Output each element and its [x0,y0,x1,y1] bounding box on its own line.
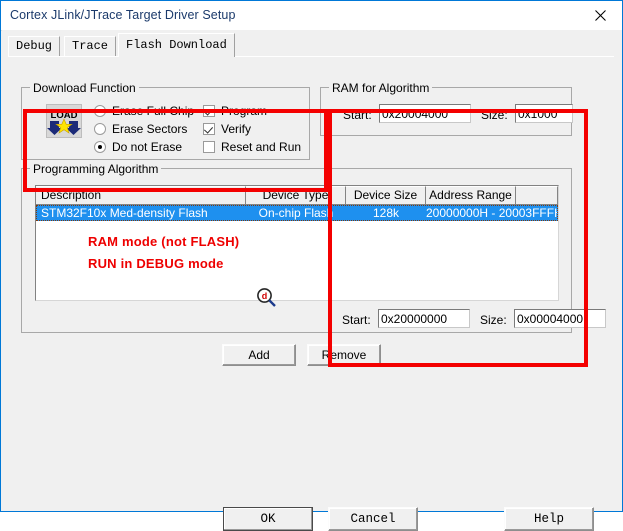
checkbox-program[interactable]: Program [203,103,267,118]
column-header-device-size[interactable]: Device Size [346,186,426,205]
annotation-line-1: RAM mode (not FLASH) [88,234,240,249]
help-button[interactable]: Help [504,507,594,531]
ram-start-label: Start: [343,108,372,122]
column-header-device-type[interactable]: Device Type [246,186,346,205]
ram-start-input[interactable]: 0x20004000 [379,104,471,123]
ram-for-algorithm-group: RAM for Algorithm Start: 0x20004000 Size… [320,81,573,136]
client-area: Debug Trace Flash Download Download Func… [2,30,622,531]
radio-erase-sectors-label: Erase Sectors [112,121,188,136]
radio-erase-sectors[interactable]: Erase Sectors [94,121,187,136]
programming-algorithm-legend: Programming Algorithm [30,162,162,176]
cell-device-type: On-chip Flash [258,206,334,220]
close-icon [594,9,606,21]
radio-indicator [94,104,106,117]
add-button[interactable]: Add [222,344,296,366]
programming-algorithm-group: Programming Algorithm Description Device… [21,162,606,333]
radio-do-not-erase[interactable]: Do not Erase [94,139,182,154]
ram-size-label: Size: [481,108,508,122]
algorithm-start-label: Start: [342,313,371,327]
checkbox-reset-and-run-label: Reset and Run [221,139,302,154]
load-icon: LOAD [46,104,82,138]
column-header-address-range[interactable]: Address Range [426,186,516,205]
magnifier-icon: d [256,287,278,309]
radio-erase-full-chip-label: Erase Full Chip [112,103,195,118]
algorithm-size-input[interactable]: 0x00004000 [514,309,606,328]
algorithm-size-label: Size: [480,313,507,327]
cell-address-range: 20000000H - 20003FFFH [426,206,558,220]
radio-erase-full-chip[interactable]: Erase Full Chip [94,103,194,118]
tab-strip: Debug Trace Flash Download [8,33,616,57]
download-function-group: Download Function LOAD Erase Full Chip E… [21,81,310,160]
checkbox-program-label: Program [221,103,268,118]
table-row[interactable]: STM32F10x Med-density Flash On-chip Flas… [36,205,558,221]
cancel-button[interactable]: Cancel [328,507,418,531]
column-header-spare[interactable] [516,186,558,205]
annotation-line-2: RUN in DEBUG mode [88,256,224,271]
checkbox-indicator [203,104,215,117]
tab-trace[interactable]: Trace [64,36,117,56]
table-header-row: Description Device Type Device Size Addr… [36,186,558,205]
ok-button[interactable]: OK [223,507,313,531]
remove-button[interactable]: Remove [307,344,381,366]
checkbox-verify[interactable]: Verify [203,121,251,136]
checkbox-indicator [203,140,215,153]
window-title: Cortex JLink/JTrace Target Driver Setup [10,8,236,22]
download-function-legend: Download Function [30,81,139,95]
radio-do-not-erase-label: Do not Erase [112,139,183,154]
radio-indicator [94,140,106,153]
tab-flash-download[interactable]: Flash Download [118,33,235,57]
cell-device-size: 128k [372,206,400,220]
checkbox-reset-and-run[interactable]: Reset and Run [203,139,301,154]
close-button[interactable] [578,1,622,29]
checkbox-indicator [203,122,215,135]
radio-indicator [94,122,106,135]
algorithm-start-input[interactable]: 0x20000000 [378,309,470,328]
column-header-description[interactable]: Description [36,186,246,205]
ram-size-input[interactable]: 0x1000 [515,104,573,123]
checkbox-verify-label: Verify [221,121,252,136]
dialog-window: Cortex JLink/JTrace Target Driver Setup … [0,0,623,531]
tab-debug[interactable]: Debug [8,36,61,56]
tab-page-flash-download: Download Function LOAD Erase Full Chip E… [8,56,614,531]
cell-description: STM32F10x Med-density Flash [41,206,208,220]
svg-text:d: d [262,291,268,301]
ram-for-algorithm-legend: RAM for Algorithm [329,81,433,95]
title-bar: Cortex JLink/JTrace Target Driver Setup [1,1,622,31]
